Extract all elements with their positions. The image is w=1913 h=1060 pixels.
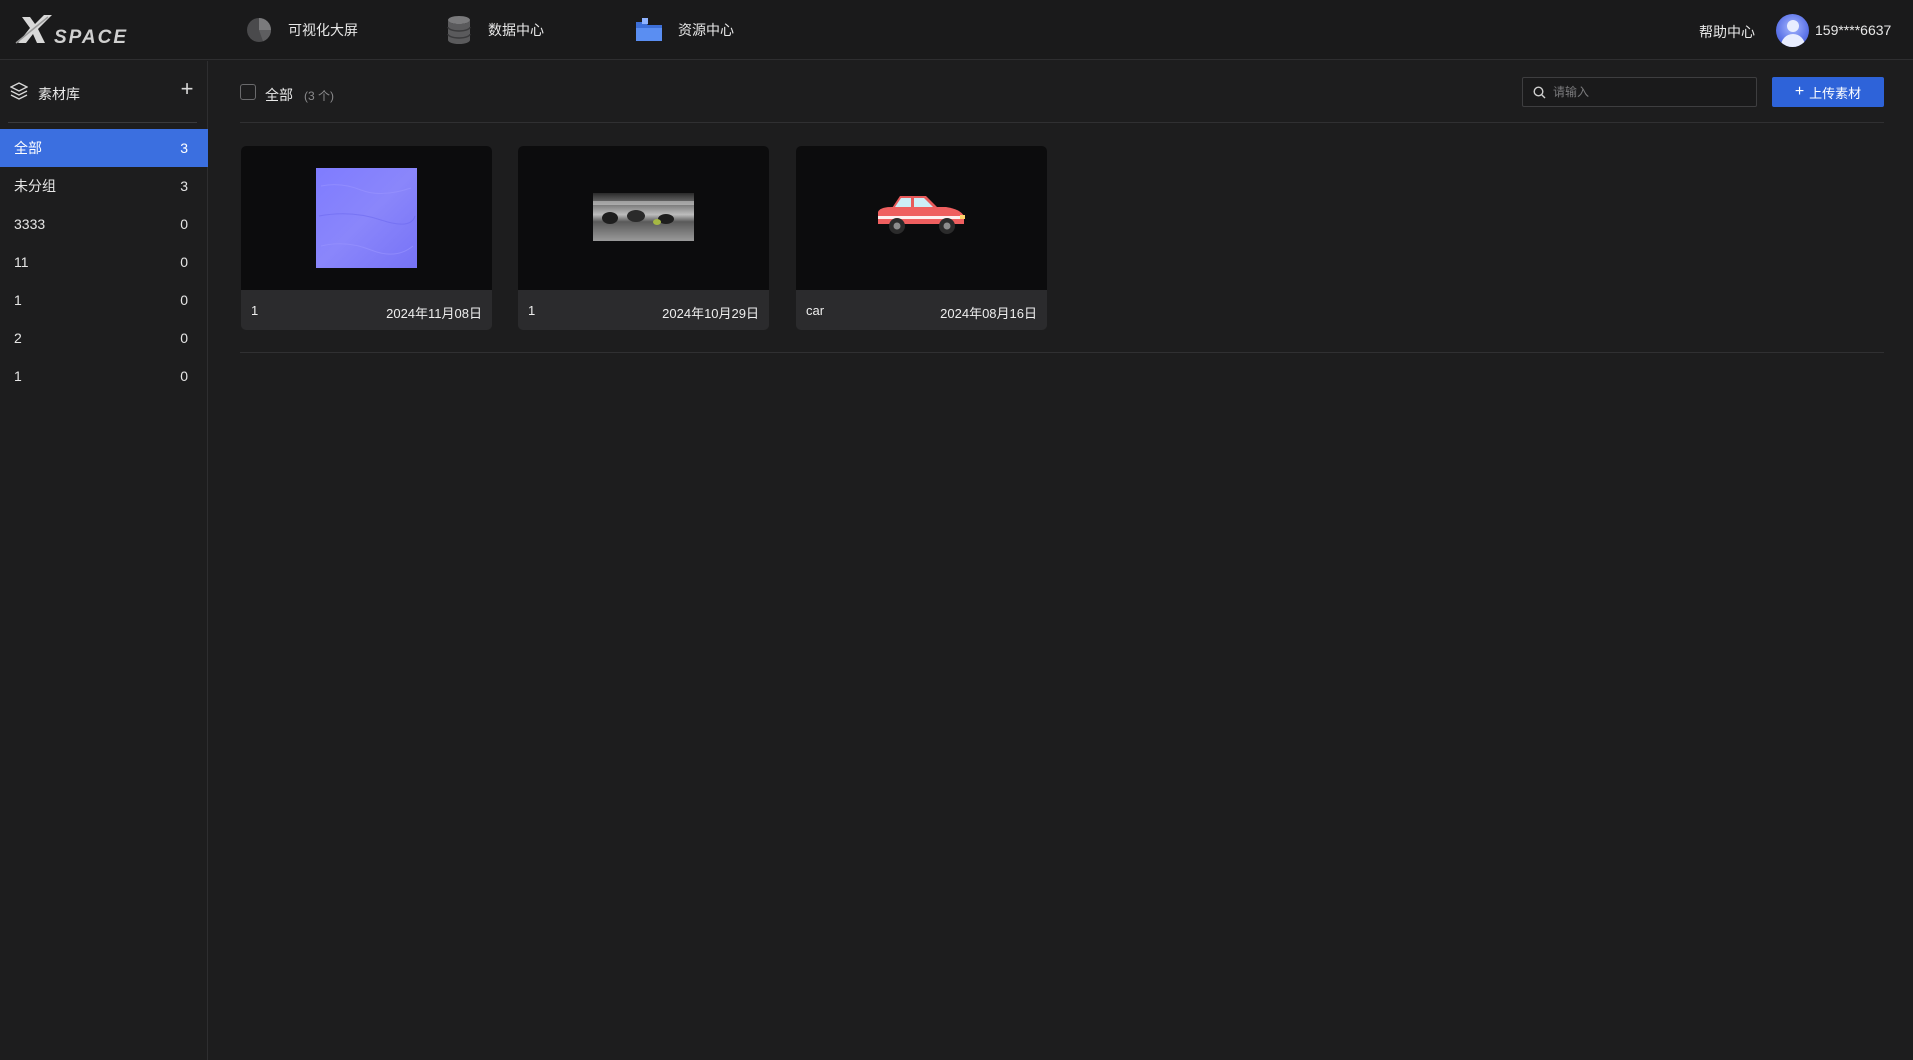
material-grid: 1 2024年11月08日 1 2024年10月29日 car 2024年08月… [240,146,1884,353]
nav-data-center[interactable]: 数据中心 [444,14,544,46]
plus-icon: + [1794,83,1805,100]
search-box [1522,77,1757,107]
nav-resource-center[interactable]: 资源中心 [634,14,734,46]
group-label: 未分组 [14,178,56,194]
divider [8,122,197,123]
card-date: 2024年10月29日 [662,306,759,321]
nav-label: 资源中心 [678,22,734,38]
database-icon [444,15,474,45]
nav-label: 数据中心 [488,22,544,38]
group-item-all[interactable]: 全部 3 [0,129,208,167]
nav-visual-screen[interactable]: 可视化大屏 [244,14,358,46]
card-thumbnail [241,146,492,290]
group-count: 3 [180,140,188,156]
card-name: 1 [528,303,536,318]
avatar[interactable] [1776,14,1809,47]
material-card[interactable]: 1 2024年11月08日 [241,146,492,330]
group-count: 3 [180,178,188,194]
sidebar: 素材库 + 全部 3 未分组 3 3333 0 11 0 1 0 2 0 1 0 [0,61,208,1060]
card-name: 1 [251,303,259,318]
card-thumbnail [796,146,1047,290]
group-item[interactable]: 1 0 [0,357,208,395]
group-label: 1 [14,368,22,384]
group-item[interactable]: 1 0 [0,281,208,319]
card-date: 2024年11月08日 [386,306,482,321]
group-item-ungrouped[interactable]: 未分组 3 [0,167,208,205]
card-thumbnail [518,146,769,290]
group-count: 0 [180,254,188,270]
car-icon [878,196,965,234]
folder-icon [634,15,664,45]
card-name: car [806,303,825,318]
group-count: 0 [180,368,188,384]
group-label: 1 [14,292,22,308]
search-icon [1533,86,1546,99]
material-card[interactable]: 1 2024年10月29日 [518,146,769,330]
username[interactable]: 159****6637 [1815,22,1891,38]
layers-icon [10,82,28,100]
group-count: 0 [180,330,188,346]
normal-map-thumbnail [316,168,417,268]
group-item[interactable]: 3333 0 [0,205,208,243]
group-label: 全部 [14,140,42,156]
group-item[interactable]: 2 0 [0,319,208,357]
help-center-link[interactable]: 帮助中心 [1699,22,1755,42]
content-toolbar: 全部 (3 个) + 上传素材 [240,61,1884,123]
group-label: 3333 [14,216,46,232]
sidebar-header: 素材库 + [0,61,208,123]
group-label: 2 [14,330,22,346]
group-count: 0 [180,292,188,308]
select-all-label[interactable]: 全部 [265,85,293,105]
nav-label: 可视化大屏 [288,22,358,38]
pie-chart-icon [244,15,274,45]
top-bar: SPACE 可视化大屏 数据中心 资源中心 帮助中心 159****6637 [0,0,1913,60]
panorama-thumbnail [593,193,694,241]
upload-label: 上传素材 [1809,85,1862,101]
item-count: (3 个) [304,89,335,103]
group-item[interactable]: 11 0 [0,243,208,281]
search-input[interactable] [1553,82,1749,102]
card-date: 2024年08月16日 [940,306,1037,321]
select-all-checkbox[interactable] [240,84,256,100]
group-label: 11 [14,254,29,270]
xspace-logo[interactable]: SPACE [14,13,154,47]
svg-text:SPACE: SPACE [54,27,128,47]
sidebar-title: 素材库 [38,86,80,102]
add-group-icon[interactable]: + [176,78,198,100]
group-list: 全部 3 未分组 3 3333 0 11 0 1 0 2 0 1 0 [0,129,208,395]
upload-material-button[interactable]: + 上传素材 [1772,77,1884,107]
group-count: 0 [180,216,188,232]
material-card[interactable]: car 2024年08月16日 [796,146,1047,330]
